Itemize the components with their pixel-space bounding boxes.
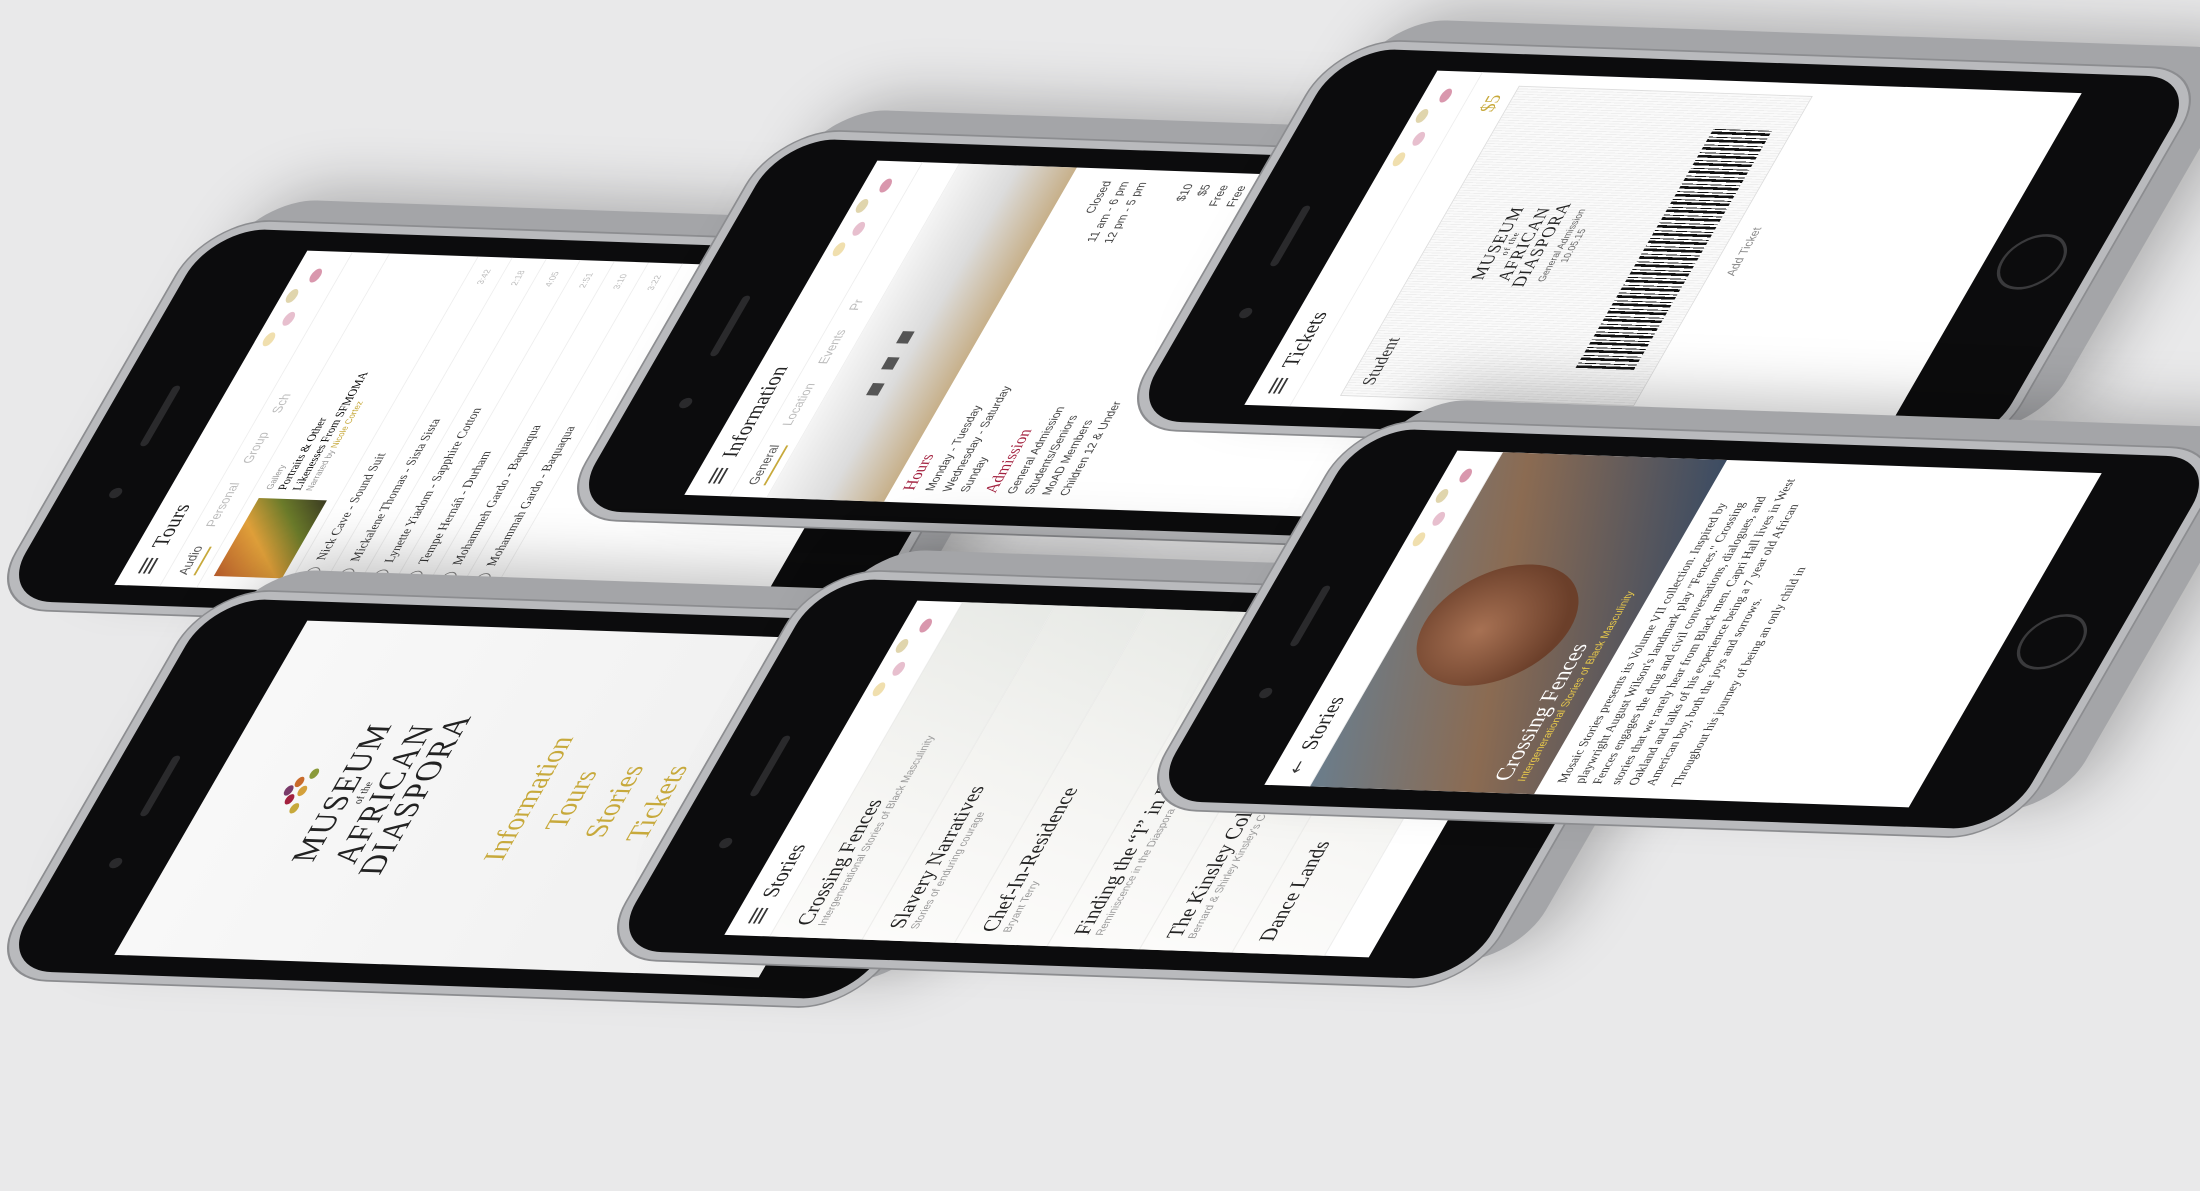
track-duration: 2:18 <box>508 270 528 286</box>
camera <box>106 857 125 869</box>
track-duration: 2:51 <box>576 272 596 289</box>
menu-icon[interactable] <box>137 557 159 574</box>
track-duration: 4:05 <box>542 271 562 287</box>
camera <box>106 487 125 499</box>
menu-icon[interactable] <box>747 907 769 924</box>
speaker <box>1288 585 1332 647</box>
play-icon[interactable] <box>336 568 358 581</box>
page-title: Tickets <box>1276 311 1333 368</box>
tab-more[interactable]: Pr <box>845 299 872 311</box>
speaker <box>1268 205 1312 267</box>
tickets-screen: Tickets $5 Student MUSEUM of the AFRICAN… <box>1244 70 2082 428</box>
track-duration: 3:22 <box>644 275 664 291</box>
home-button[interactable] <box>2004 613 2100 671</box>
play-icon[interactable] <box>370 569 392 582</box>
speaker <box>748 735 792 797</box>
camera <box>1236 307 1255 319</box>
back-arrow-icon[interactable]: ← <box>1283 760 1311 774</box>
camera <box>676 397 695 409</box>
phone-tickets: Tickets $5 Student MUSEUM of the AFRICAN… <box>1114 39 2200 459</box>
ticket-price: $5 <box>1475 94 1507 113</box>
story-detail-screen: ← Stories Crossing Fences Intergeneratio… <box>1264 450 2102 808</box>
play-icon[interactable] <box>438 571 460 585</box>
ticket-type: Student <box>1357 337 1405 386</box>
track-duration: 3:42 <box>474 269 494 285</box>
speaker <box>708 295 752 357</box>
camera <box>1256 687 1275 699</box>
track-duration: 3:10 <box>610 273 630 290</box>
tab-school[interactable]: Sch <box>268 394 300 414</box>
menu-icon[interactable] <box>1267 377 1289 394</box>
play-icon[interactable] <box>472 572 494 586</box>
play-icon[interactable] <box>404 570 426 584</box>
menu-icon[interactable] <box>707 467 729 484</box>
play-icon[interactable] <box>302 566 324 580</box>
speaker <box>138 385 182 447</box>
home-button[interactable] <box>1984 233 2080 291</box>
speaker <box>138 755 182 817</box>
camera <box>716 837 735 849</box>
